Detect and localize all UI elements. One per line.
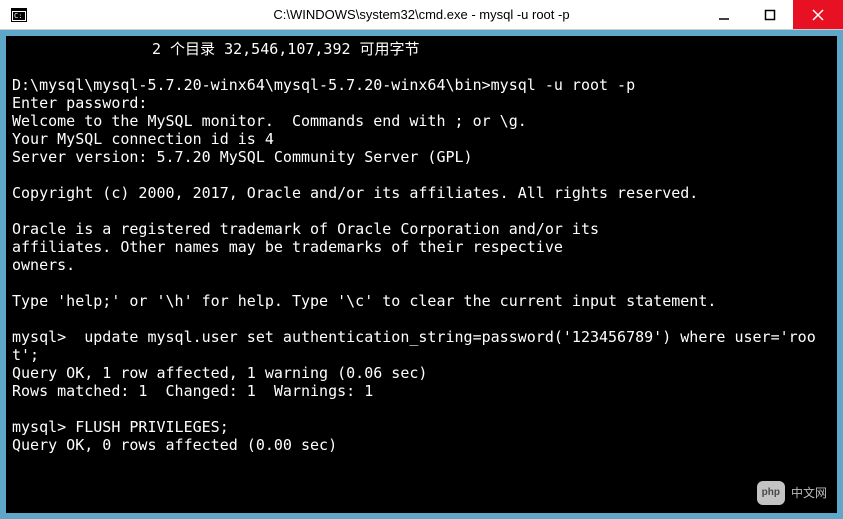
system-icon[interactable]: C: [8, 4, 30, 26]
close-button[interactable] [793, 0, 843, 29]
dir-summary-line: 2 个目录 32,546,107,392 可用字节 [12, 40, 831, 58]
terminal-output-update-query: mysql> update mysql.user set authenticat… [12, 328, 816, 400]
watermark-text: 中文网 [791, 484, 827, 502]
minimize-button[interactable] [701, 0, 747, 29]
terminal-output-help: Type 'help;' or '\h' for help. Type '\c'… [12, 292, 716, 310]
terminal-output-login: D:\mysql\mysql-5.7.20-winx64\mysql-5.7.2… [12, 76, 635, 166]
window-controls [701, 0, 843, 29]
title-bar: C: C:\WINDOWS\system32\cmd.exe - mysql -… [0, 0, 843, 30]
svg-text:C:: C: [14, 12, 22, 20]
terminal[interactable]: 2 个目录 32,546,107,392 可用字节 D:\mysql\mysql… [6, 36, 837, 513]
watermark-badge: php [757, 481, 785, 505]
watermark: php 中文网 [757, 481, 827, 505]
terminal-frame: 2 个目录 32,546,107,392 可用字节 D:\mysql\mysql… [0, 30, 843, 519]
terminal-output-copyright: Copyright (c) 2000, 2017, Oracle and/or … [12, 184, 698, 202]
terminal-output-trademark: Oracle is a registered trademark of Orac… [12, 220, 599, 274]
maximize-button[interactable] [747, 0, 793, 29]
terminal-output-flush-query: mysql> FLUSH PRIVILEGES; Query OK, 0 row… [12, 418, 337, 454]
